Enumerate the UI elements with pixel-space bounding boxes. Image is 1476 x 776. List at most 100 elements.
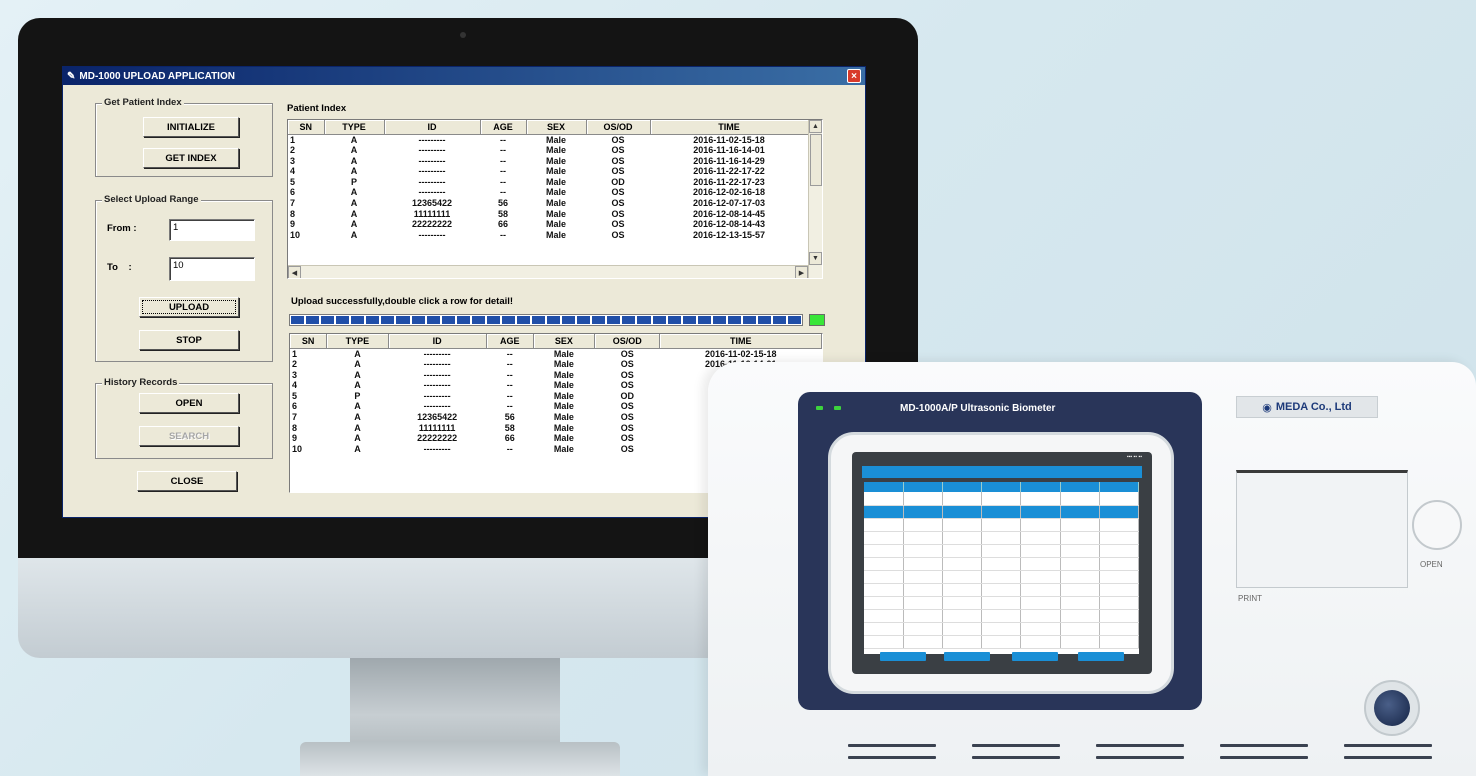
history-open-button[interactable]: OPEN <box>139 393 239 413</box>
column-header[interactable]: SN <box>288 120 325 135</box>
close-button[interactable]: CLOSE <box>137 471 237 491</box>
patient-index-grid[interactable]: SN TYPE ID AGE SEX OS/OD TIME 1 A --------- -- Mal… <box>287 119 823 279</box>
progress-segment <box>697 316 711 324</box>
column-header[interactable]: TIME <box>659 334 822 349</box>
progress-segment <box>441 316 455 324</box>
printer-open-button[interactable] <box>1412 500 1462 550</box>
table-cell: A <box>350 166 358 177</box>
scroll-down-arrow-icon[interactable]: ▼ <box>809 252 822 265</box>
column-header[interactable]: SN <box>290 334 328 349</box>
column-header[interactable]: OS/OD <box>586 120 651 135</box>
table-cell: 2016-12-07-17-03 <box>692 198 766 209</box>
progress-segment <box>411 316 425 324</box>
device-touchscreen[interactable]: ▪▪▪ ▪▪ ▪▪ <box>852 452 1152 674</box>
initialize-button[interactable]: INITIALIZE <box>143 117 239 137</box>
screen-button-2[interactable] <box>944 652 990 661</box>
table-cell: 5 <box>290 176 296 187</box>
to-input[interactable]: 10 <box>169 257 255 281</box>
screen-button-4[interactable] <box>1078 652 1124 661</box>
screen-row[interactable] <box>864 518 1139 532</box>
table-cell: 2016-11-22-17-22 <box>693 166 765 177</box>
progress-segment <box>577 316 591 324</box>
screen-row[interactable] <box>864 544 1139 558</box>
probe-connector-icon <box>1374 690 1410 726</box>
column-header[interactable]: SEX <box>526 120 587 135</box>
screen-row[interactable] <box>864 635 1139 649</box>
group-legend: Get Patient Index <box>102 97 184 108</box>
search-button[interactable]: SEARCH <box>139 426 239 446</box>
screen-row[interactable] <box>864 609 1139 623</box>
table-cell: 58 <box>504 422 515 433</box>
table-row[interactable]: 4 A --------- -- Male OS 2016-11-22-17-22 <box>288 166 808 177</box>
screen-row[interactable] <box>864 583 1139 597</box>
column-header[interactable]: TYPE <box>324 120 385 135</box>
column-header[interactable]: AGE <box>486 334 534 349</box>
patient-index-header-row: SN TYPE ID AGE SEX OS/OD TIME <box>288 120 809 135</box>
table-row[interactable]: 1 A --------- -- Male OS 2016-11-02-15-18 <box>290 348 822 359</box>
table-row[interactable]: 8 A 11111111 58 Male OS 2016-12-08-14-45 <box>288 209 808 220</box>
table-cell: 10 <box>292 443 303 454</box>
column-header[interactable]: ID <box>388 334 487 349</box>
column-header[interactable]: TYPE <box>326 334 389 349</box>
from-input[interactable]: 1 <box>169 219 255 241</box>
table-cell: OS <box>620 401 634 412</box>
table-cell: A <box>350 198 358 209</box>
brand-name: MEDA Co., Ltd <box>1275 401 1352 413</box>
window-close-button[interactable]: × <box>847 69 861 83</box>
screen-col <box>942 482 983 492</box>
title-bar[interactable]: ✎ MD-1000 UPLOAD APPLICATION <box>63 67 865 85</box>
table-cell: Male <box>545 176 566 187</box>
table-row[interactable]: 9 A 22222222 66 Male OS 2016-12-08-14-43 <box>288 219 808 230</box>
table-row[interactable]: 10 A --------- -- Male OS 2016-12-13-15-57 <box>288 230 808 241</box>
table-cell: Male <box>553 359 574 370</box>
table-row[interactable]: 2A-----------MaleOS2016-11-16-14-01 <box>288 145 808 156</box>
progress-segment <box>306 316 320 324</box>
column-header[interactable]: OS/OD <box>594 334 661 349</box>
screen-row[interactable] <box>864 570 1139 584</box>
upload-button[interactable]: UPLOAD <box>139 297 239 317</box>
table-row[interactable]: 6 A --------- -- Male OS 2016-12-02-16-18 <box>288 187 808 198</box>
screen-row[interactable] <box>864 622 1139 636</box>
screen-row[interactable] <box>864 557 1139 571</box>
monitor-stand-foot <box>300 742 620 776</box>
screen-row[interactable] <box>864 492 1139 506</box>
progress-segment <box>351 316 365 324</box>
horizontal-scrollbar[interactable]: ◀ ▶ <box>288 265 808 278</box>
get-index-button[interactable]: GET INDEX <box>143 148 239 168</box>
table-cell: 12365422 <box>417 412 458 423</box>
table-row[interactable]: 1 A --------- -- Male OS 2016-11-02-15-18 <box>288 134 808 145</box>
table-row[interactable]: 7 A 12365422 56 Male OS 2016-12-07-17-03 <box>288 198 808 209</box>
scroll-up-arrow-icon[interactable]: ▲ <box>809 120 822 133</box>
progress-segment <box>622 316 636 324</box>
table-cell: OS <box>620 443 634 454</box>
screen-button-3[interactable] <box>1012 652 1058 661</box>
progress-segment <box>321 316 335 324</box>
screen-row[interactable] <box>864 531 1139 545</box>
status-message: Upload successfully,double click a row f… <box>291 296 514 307</box>
table-cell: OS <box>611 134 625 145</box>
table-cell: 2 <box>292 359 298 370</box>
column-header[interactable]: TIME <box>650 120 809 135</box>
table-cell: 2016-11-16-14-01 <box>693 145 765 156</box>
progress-segment <box>637 316 651 324</box>
screen-row-selected[interactable] <box>864 505 1139 519</box>
table-cell: 8 <box>290 208 296 219</box>
screen-row[interactable] <box>864 596 1139 610</box>
stop-button[interactable]: STOP <box>139 330 239 350</box>
column-header[interactable]: AGE <box>480 120 527 135</box>
scroll-thumb[interactable] <box>810 134 822 186</box>
table-row[interactable]: 3 A --------- -- Male OS 2016-11-16-14-29 <box>288 156 808 167</box>
table-cell: OS <box>620 369 634 380</box>
table-cell: 56 <box>504 412 515 423</box>
column-header[interactable]: ID <box>384 120 481 135</box>
table-row[interactable]: 5 P --------- -- Male OD 2016-11-22-17-23 <box>288 177 808 188</box>
table-cell: --------- <box>423 369 451 380</box>
screen-col <box>864 482 904 492</box>
screen-button-1[interactable] <box>880 652 926 661</box>
scroll-right-arrow-icon[interactable]: ▶ <box>795 266 808 278</box>
vertical-scrollbar[interactable]: ▲ ▼ <box>808 120 822 278</box>
scroll-left-arrow-icon[interactable]: ◀ <box>288 266 301 278</box>
table-cell: 4 <box>290 166 296 177</box>
column-header[interactable]: SEX <box>533 334 596 349</box>
screen-record-table[interactable] <box>864 482 1139 654</box>
